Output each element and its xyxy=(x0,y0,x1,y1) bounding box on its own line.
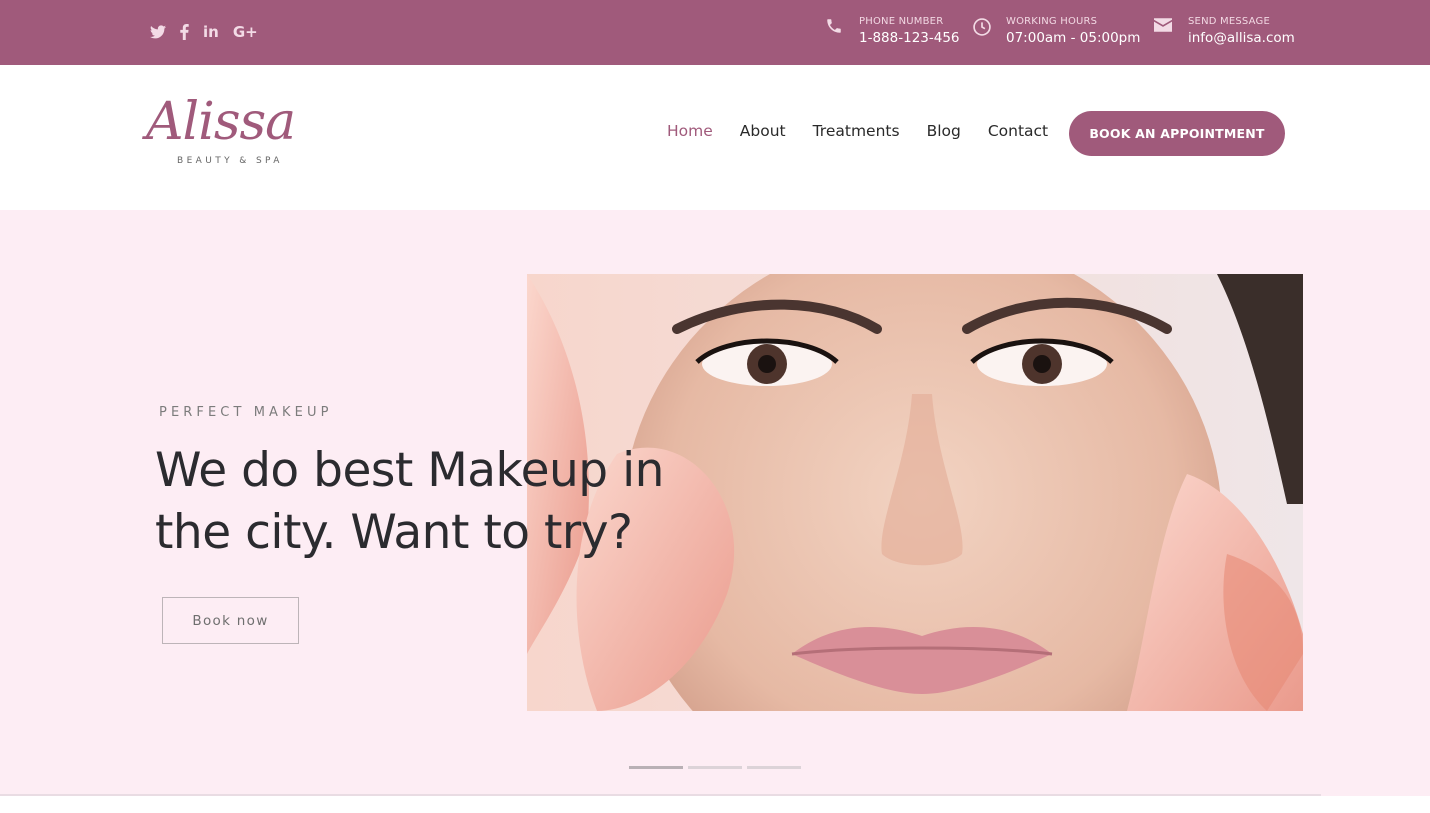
twitter-icon[interactable] xyxy=(150,22,166,42)
nav-contact[interactable]: Contact xyxy=(988,122,1048,140)
phone-icon xyxy=(825,17,847,39)
phone-contact: PHONE NUMBER 1-888-123-456 xyxy=(825,15,960,48)
logo[interactable]: Alissa BEAUTY & SPA xyxy=(146,92,316,172)
hours-label: WORKING HOURS xyxy=(1006,16,1098,27)
nav-treatments[interactable]: Treatments xyxy=(813,122,900,140)
linkedin-icon[interactable]: in xyxy=(203,22,219,42)
slide-indicator-2[interactable] xyxy=(688,766,742,769)
social-links: in G+ xyxy=(150,22,272,42)
nav-about[interactable]: About xyxy=(740,122,786,140)
hero-eyebrow: PERFECT MAKEUP xyxy=(159,405,333,420)
hero-slider: PERFECT MAKEUP We do best Makeup in the … xyxy=(0,210,1430,796)
book-appointment-button[interactable]: BOOK AN APPOINTMENT xyxy=(1069,111,1285,156)
email-link[interactable]: info@allisa.com xyxy=(1188,28,1295,48)
clock-icon xyxy=(972,17,994,39)
message-contact: SEND MESSAGE info@allisa.com xyxy=(1154,15,1295,48)
slide-indicator-3[interactable] xyxy=(747,766,801,769)
facebook-icon[interactable] xyxy=(180,22,189,42)
main-header: Alissa BEAUTY & SPA Home About Treatment… xyxy=(0,65,1430,210)
phone-value[interactable]: 1-888-123-456 xyxy=(859,28,960,48)
section-divider xyxy=(0,794,1321,796)
main-nav: Home About Treatments Blog Contact xyxy=(667,122,1075,140)
logo-script: Alissa xyxy=(146,92,296,152)
slider-pagination xyxy=(629,766,806,769)
nav-blog[interactable]: Blog xyxy=(927,122,961,140)
google-plus-icon[interactable]: G+ xyxy=(233,22,258,42)
nav-home[interactable]: Home xyxy=(667,122,713,140)
top-bar: in G+ PHONE NUMBER 1-888-123-456 WORKING… xyxy=(0,0,1430,65)
phone-label: PHONE NUMBER xyxy=(859,16,944,27)
hours-value: 07:00am - 05:00pm xyxy=(1006,30,1141,46)
book-now-button[interactable]: Book now xyxy=(162,597,299,644)
hours-contact: WORKING HOURS 07:00am - 05:00pm xyxy=(972,15,1140,48)
hero-headline: We do best Makeup in the city. Want to t… xyxy=(155,443,664,560)
envelope-icon xyxy=(1154,17,1176,39)
message-label: SEND MESSAGE xyxy=(1188,16,1270,27)
logo-tagline: BEAUTY & SPA xyxy=(177,156,283,166)
slide-indicator-1[interactable] xyxy=(629,766,683,769)
